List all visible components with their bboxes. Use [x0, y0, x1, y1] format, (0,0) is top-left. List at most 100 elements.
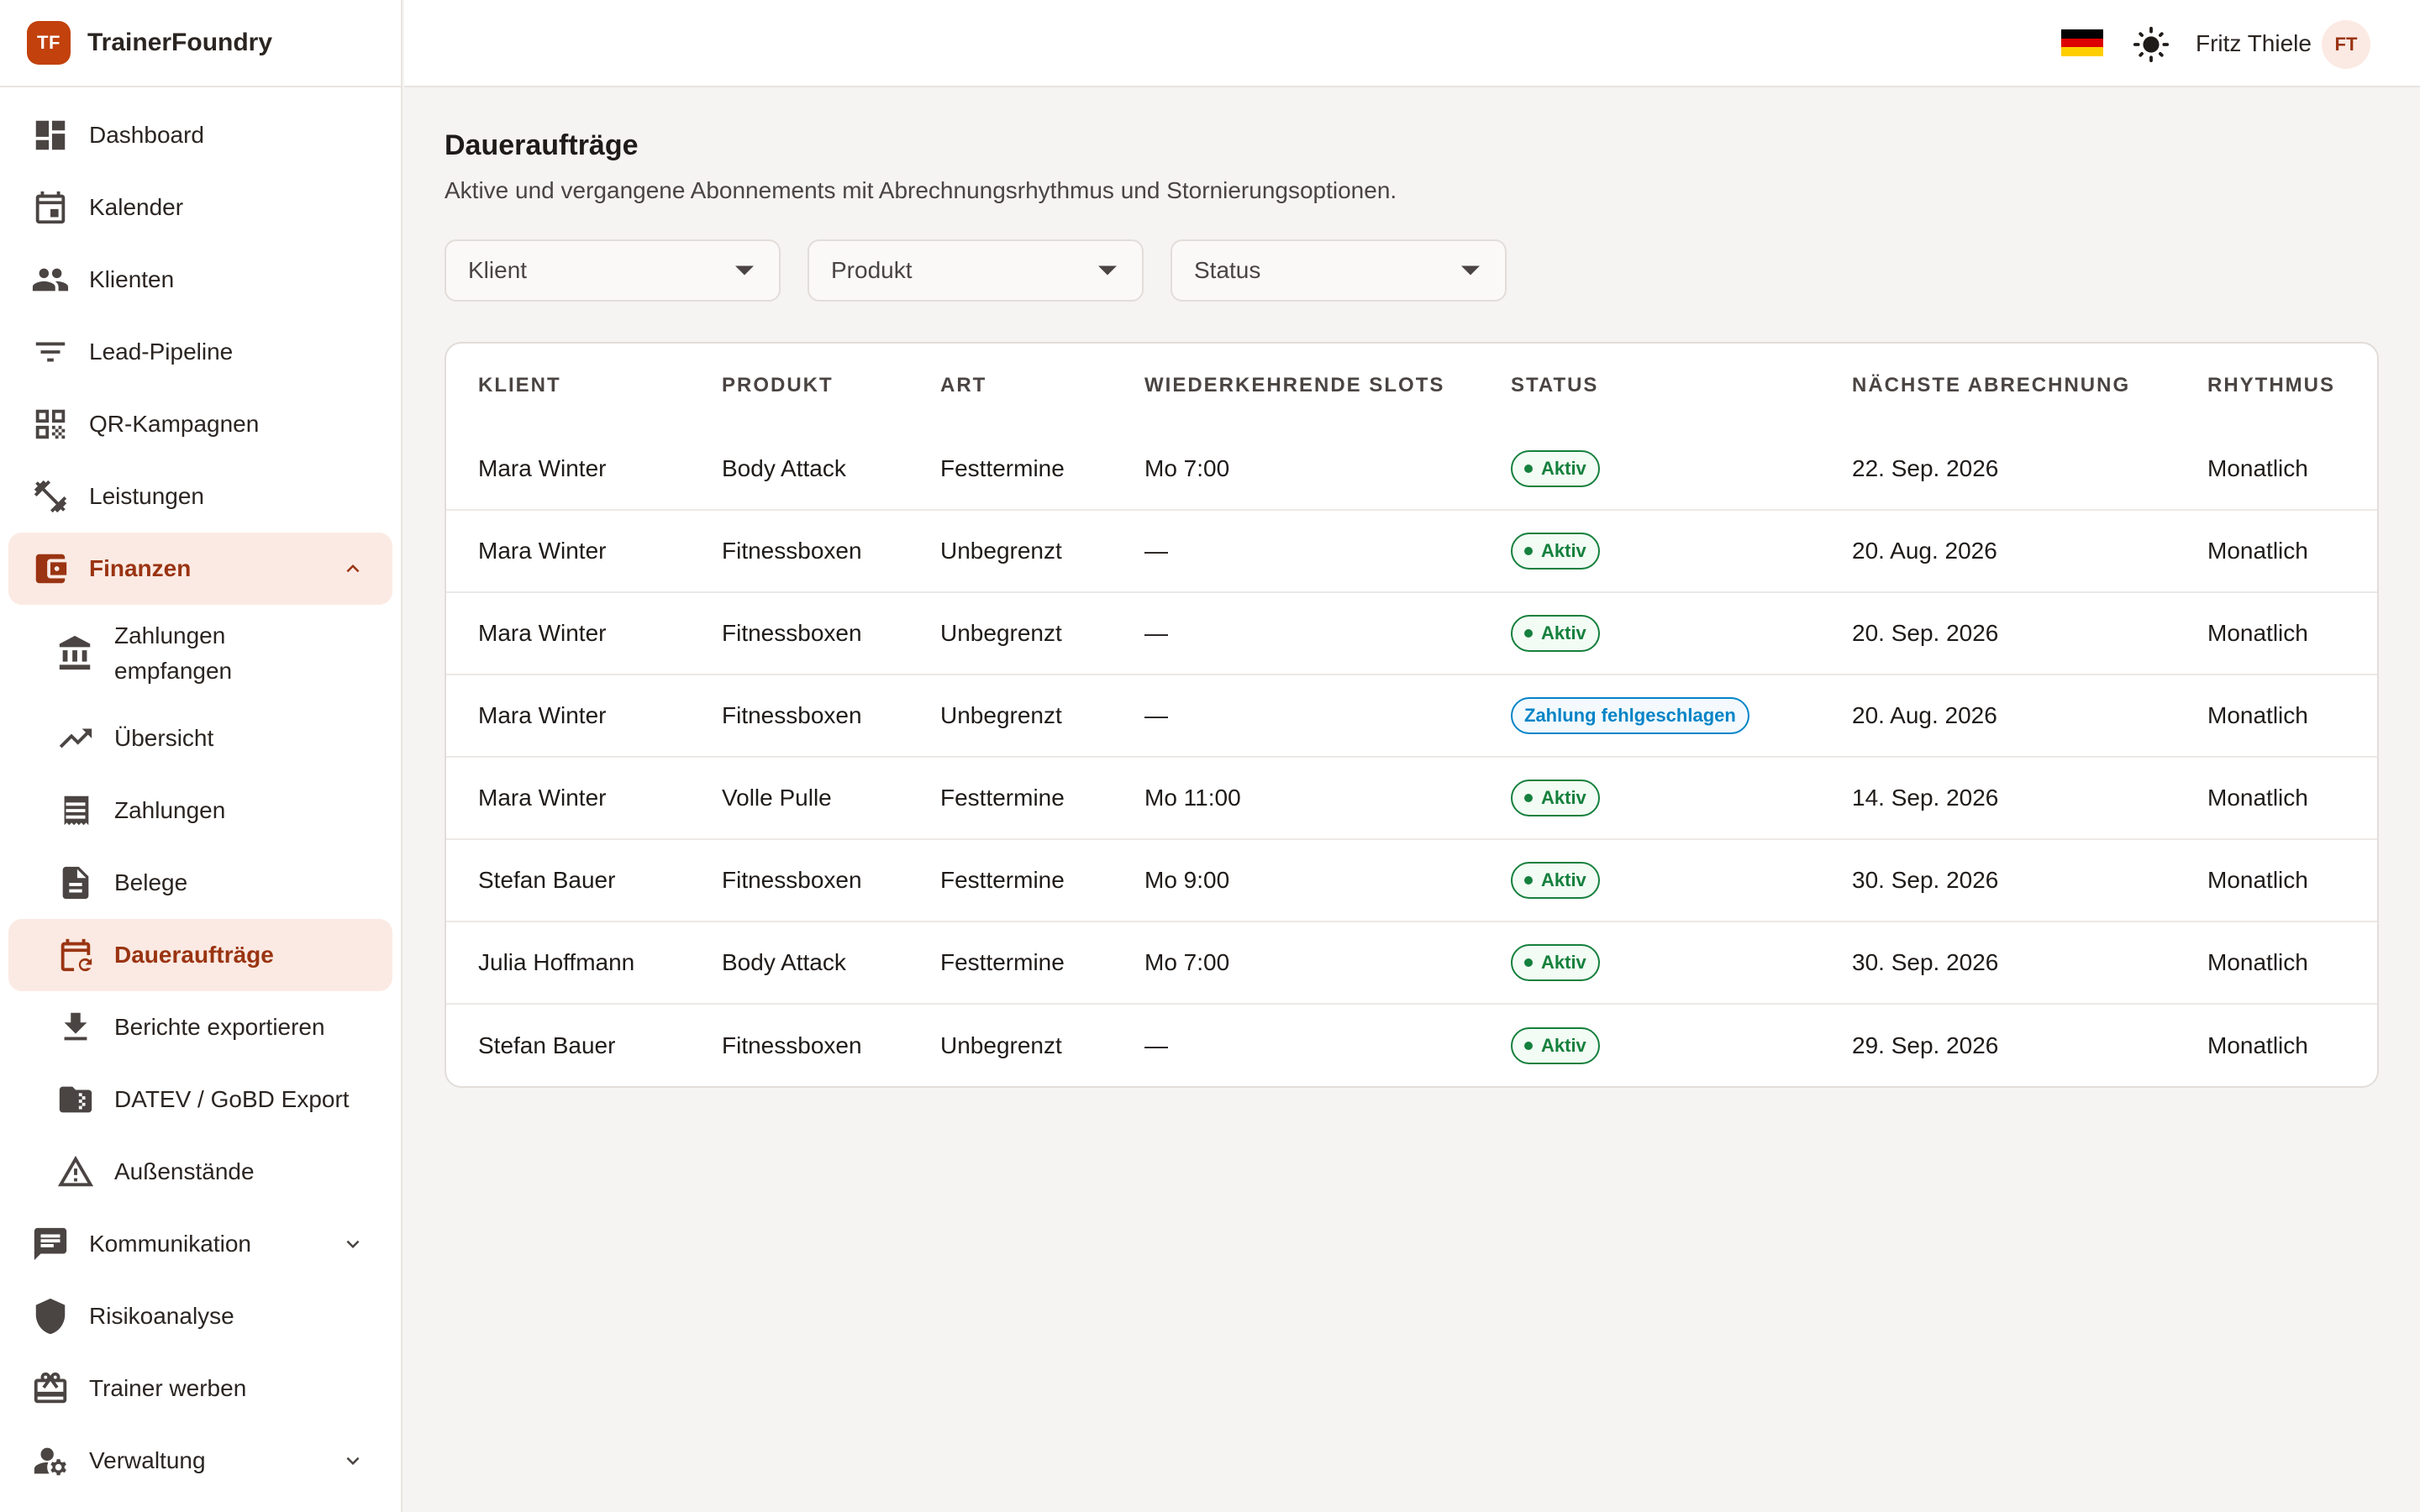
- next-billing-cell: 30. Sep. 2026: [1820, 921, 2175, 1004]
- product-cell: Fitnessboxen: [690, 509, 908, 592]
- sidebar-item-klienten[interactable]: Klienten: [8, 244, 392, 316]
- status-badge-label: Zahlung fehlgeschlagen: [1524, 705, 1736, 726]
- sidebar-item-dauerauftraege[interactable]: Daueraufträge: [8, 919, 392, 991]
- status-filter-select[interactable]: Status: [1171, 239, 1507, 302]
- wallet-icon: [30, 549, 71, 589]
- table-row[interactable]: Mara Winter Fitnessboxen Unbegrenzt — Za…: [446, 674, 2377, 757]
- dumbbell-icon: [30, 476, 71, 517]
- receipt-icon: [55, 790, 96, 831]
- dashboard-icon: [30, 115, 71, 155]
- table-row[interactable]: Stefan Bauer Fitnessboxen Unbegrenzt — A…: [446, 1003, 2377, 1086]
- bank-icon: [55, 633, 96, 674]
- client-cell: Mara Winter: [478, 454, 607, 481]
- status-badge-label: Aktiv: [1541, 457, 1586, 479]
- sidebar-item-berichte-exportieren[interactable]: Berichte exportieren: [8, 991, 392, 1063]
- folder-zip-icon: [55, 1079, 96, 1120]
- dropdown-arrow-icon: [1461, 265, 1480, 276]
- next-billing-cell: 20. Aug. 2026: [1820, 674, 2175, 757]
- chevron-up-icon: [340, 556, 366, 581]
- slots-cell: —: [1113, 1003, 1479, 1086]
- user-settings-icon: [30, 1441, 71, 1481]
- sidebar-item-qr-kampagnen[interactable]: QR-Kampagnen: [8, 388, 392, 460]
- product-cell: Fitnessboxen: [690, 674, 908, 757]
- slots-cell: —: [1113, 591, 1479, 675]
- sidebar-item-label: Dashboard: [89, 122, 204, 148]
- table-row[interactable]: Julia Hoffmann Body Attack Festtermine M…: [446, 921, 2377, 1004]
- status-badge-label: Aktiv: [1541, 787, 1586, 808]
- filter-bar: Klient Produkt Status: [445, 239, 2379, 302]
- status-dot-icon: [1524, 547, 1533, 555]
- table-row[interactable]: Mara Winter Fitnessboxen Unbegrenzt — Ak…: [446, 591, 2377, 675]
- slots-cell: Mo 9:00: [1113, 838, 1479, 921]
- sidebar-item-aussenstaende[interactable]: Außenstände: [8, 1136, 392, 1208]
- next-billing-cell: 22. Sep. 2026: [1852, 454, 1999, 481]
- type-cell: Festtermine: [908, 921, 1113, 1004]
- warning-icon: [55, 1152, 96, 1192]
- status-cell: Aktiv: [1479, 1003, 1820, 1086]
- status-cell: Aktiv: [1479, 838, 1820, 921]
- germany-flag-icon[interactable]: [2061, 29, 2103, 57]
- sun-icon[interactable]: [2132, 25, 2170, 64]
- brand[interactable]: TF TrainerFoundry: [0, 0, 401, 87]
- client-filter-select[interactable]: Klient: [445, 239, 781, 302]
- table-header-row: KLIENT PRODUKT ART WIEDERKEHRENDE SLOTS …: [446, 344, 2377, 428]
- table-row[interactable]: Mara Winter Volle Pulle Festtermine Mo 1…: [446, 756, 2377, 839]
- rhythm-cell: Monatlich: [2175, 509, 2377, 592]
- sidebar-item-lead-pipeline[interactable]: Lead-Pipeline: [8, 316, 392, 388]
- type-cell: Unbegrenzt: [908, 674, 1113, 757]
- status-cell: Aktiv: [1479, 921, 1820, 1004]
- page-title: Daueraufträge: [445, 129, 639, 161]
- product-filter-select[interactable]: Produkt: [808, 239, 1144, 302]
- column-header-status[interactable]: STATUS: [1479, 344, 1820, 428]
- column-header-rhythm[interactable]: RHYTHMUS: [2175, 344, 2377, 428]
- table-row[interactable]: Stefan Bauer Fitnessboxen Festtermine Mo…: [446, 838, 2377, 921]
- column-header-next-billing[interactable]: NÄCHSTE ABRECHNUNG: [1820, 344, 2175, 428]
- sidebar-item-label: Lead-Pipeline: [89, 339, 234, 365]
- sidebar-item-zahlungen[interactable]: Zahlungen: [8, 774, 392, 847]
- sidebar-item-uebersicht[interactable]: Übersicht: [8, 702, 392, 774]
- avatar[interactable]: FT: [2322, 20, 2370, 69]
- topbar: Fritz Thiele FT: [404, 0, 2420, 87]
- sidebar-item-kommunikation[interactable]: Kommunikation: [8, 1208, 392, 1280]
- sidebar-item-label: Trainer werben: [89, 1375, 247, 1401]
- sidebar-item-kalender[interactable]: Kalender: [8, 171, 392, 244]
- table-row[interactable]: Mara Winter Fitnessboxen Unbegrenzt — Ak…: [446, 509, 2377, 592]
- chevron-down-icon: [340, 1448, 366, 1473]
- table-row[interactable]: Mara Winter Body Attack Festtermine Mo 7…: [446, 428, 2377, 510]
- sidebar-item-zahlungen-empfangen[interactable]: Zahlungen empfangen: [8, 605, 392, 702]
- column-header-type[interactable]: ART: [908, 344, 1113, 428]
- sidebar-item-finanzen[interactable]: Finanzen: [8, 533, 392, 605]
- product-cell: Fitnessboxen: [690, 838, 908, 921]
- product-cell: Volle Pulle: [690, 756, 908, 839]
- brand-name: TrainerFoundry: [87, 29, 273, 56]
- sidebar-item-trainer-werben[interactable]: Trainer werben: [8, 1352, 392, 1425]
- sidebar-item-verwaltung[interactable]: Verwaltung: [8, 1425, 392, 1497]
- subscriptions-table: KLIENT PRODUKT ART WIEDERKEHRENDE SLOTS …: [446, 344, 2377, 1086]
- dropdown-arrow-icon: [735, 265, 754, 276]
- sidebar-item-belege[interactable]: Belege: [8, 847, 392, 919]
- status-filter-label: Status: [1194, 257, 1261, 283]
- document-icon: [55, 863, 96, 903]
- sidebar-item-dashboard[interactable]: Dashboard: [8, 99, 392, 171]
- sidebar-item-label: Außenstände: [114, 1158, 255, 1184]
- client-cell: Mara Winter: [446, 756, 690, 839]
- sidebar-item-leistungen[interactable]: Leistungen: [8, 460, 392, 533]
- client-cell: Stefan Bauer: [446, 1003, 690, 1086]
- column-header-product[interactable]: PRODUKT: [690, 344, 908, 428]
- sidebar-item-label: Kalender: [89, 194, 184, 220]
- status-dot-icon: [1524, 464, 1533, 473]
- type-cell: Festtermine: [908, 838, 1113, 921]
- sidebar-item-label: Übersicht: [114, 725, 214, 751]
- sidebar-item-datev-export[interactable]: DATEV / GoBD Export: [8, 1063, 392, 1136]
- sidebar-item-risikoanalyse[interactable]: Risikoanalyse: [8, 1280, 392, 1352]
- type-cell: Unbegrenzt: [908, 1003, 1113, 1086]
- next-billing-cell: 30. Sep. 2026: [1820, 838, 2175, 921]
- sidebar-item-label: Leistungen: [89, 483, 205, 509]
- product-filter-label: Produkt: [831, 257, 913, 283]
- status-dot-icon: [1524, 629, 1533, 638]
- user-name[interactable]: Fritz Thiele: [2196, 30, 2312, 57]
- column-header-client[interactable]: KLIENT: [446, 344, 690, 428]
- rhythm-cell: Monatlich: [2175, 838, 2377, 921]
- client-cell: Mara Winter: [446, 591, 690, 675]
- column-header-slots[interactable]: WIEDERKEHRENDE SLOTS: [1113, 344, 1479, 428]
